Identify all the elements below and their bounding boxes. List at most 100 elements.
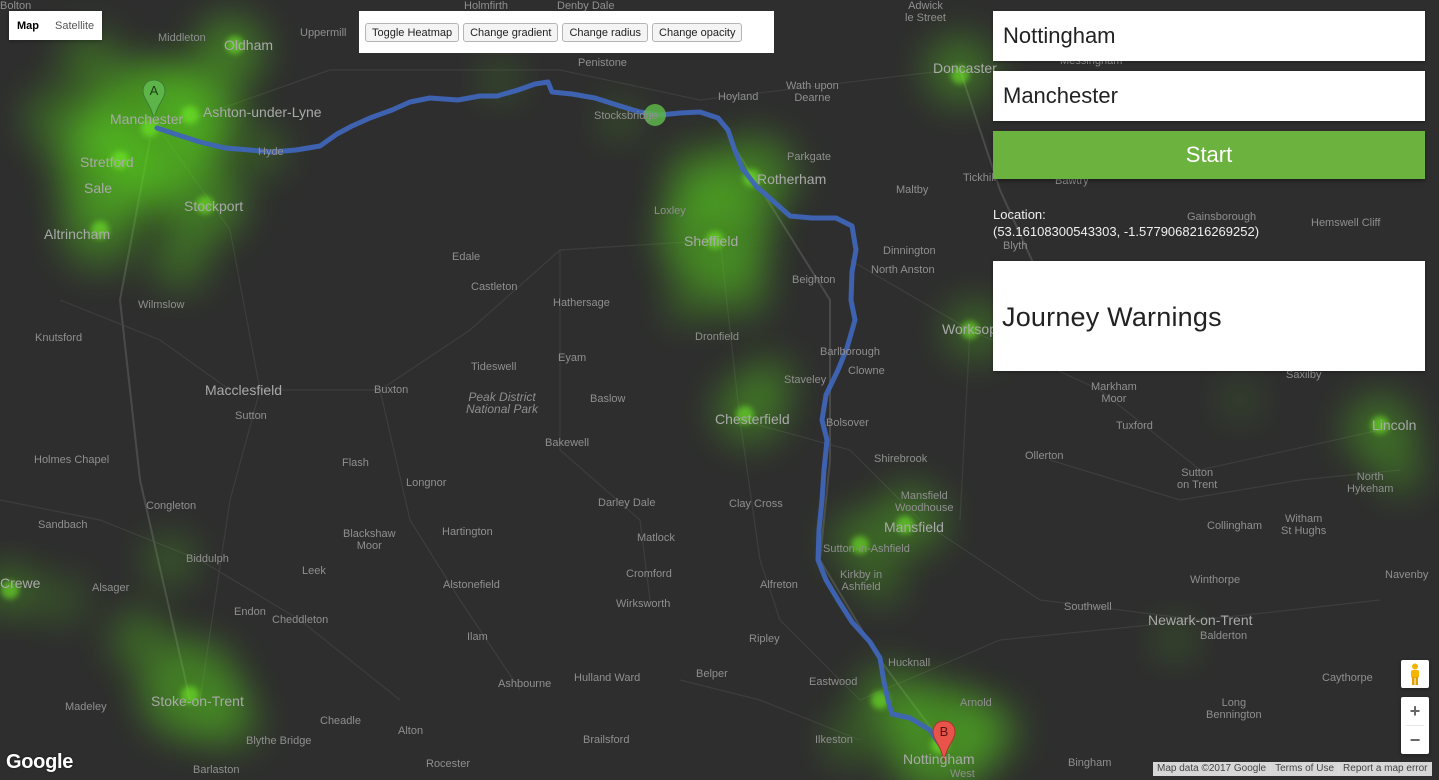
heatmap-blob xyxy=(110,610,170,670)
place-label: Blythe Bridge xyxy=(246,735,312,747)
change-radius-button[interactable]: Change radius xyxy=(562,23,649,42)
place-label: Wirksworth xyxy=(616,598,671,610)
place-label: Doncaster xyxy=(933,60,997,76)
place-label: Cromford xyxy=(626,568,672,580)
plus-icon: + xyxy=(1409,701,1421,721)
place-label: Manchester xyxy=(110,111,184,127)
map-footer: Map data ©2017 Google Terms of Use Repor… xyxy=(1153,762,1432,776)
place-label: Alfreton xyxy=(760,579,798,591)
zoom-out-button[interactable]: − xyxy=(1401,726,1429,754)
map-type-map-button[interactable]: Map xyxy=(9,11,47,40)
change-gradient-button[interactable]: Change gradient xyxy=(463,23,559,42)
place-label: Cheddleton xyxy=(272,614,329,626)
destination-input[interactable] xyxy=(993,71,1425,121)
place-label: Sutton on Trent xyxy=(1177,467,1218,491)
place-label: Alstonefield xyxy=(443,579,500,591)
place-label: Hucknall xyxy=(888,657,931,669)
start-button[interactable]: Start xyxy=(993,131,1425,179)
place-label: Biddulph xyxy=(186,553,229,565)
place-label: Ashton-under-Lyne xyxy=(203,104,322,120)
place-label: Clowne xyxy=(848,365,885,377)
journey-warnings-panel: Journey Warnings xyxy=(993,261,1425,371)
place-label: Sandbach xyxy=(38,519,88,531)
place-label: Beighton xyxy=(792,274,836,286)
zoom-control: + − xyxy=(1401,697,1429,754)
report-map-error-link[interactable]: Report a map error xyxy=(1338,762,1431,776)
place-label: Dinnington xyxy=(883,245,936,257)
place-label: Macclesfield xyxy=(205,382,283,398)
place-label: Baslow xyxy=(590,393,626,405)
place-label: Markham Moor xyxy=(1091,381,1137,405)
place-label: Sheffield xyxy=(684,233,739,249)
place-label: Ripley xyxy=(749,633,780,645)
place-label: Oldham xyxy=(224,37,274,53)
place-label: Castleton xyxy=(471,281,518,293)
place-label: Barlaston xyxy=(193,764,240,776)
journey-warnings-title: Journey Warnings xyxy=(1002,302,1222,332)
place-label: Parkgate xyxy=(787,151,832,163)
place-label: Rotherham xyxy=(757,171,827,187)
place-label: Hulland Ward xyxy=(574,672,641,684)
place-label: Sutton-in-Ashfield xyxy=(823,543,910,555)
place-label: Matlock xyxy=(637,532,675,544)
place-label: Alton xyxy=(398,725,424,737)
minus-icon: − xyxy=(1409,730,1421,750)
zoom-in-button[interactable]: + xyxy=(1401,697,1429,725)
place-label: Bingham xyxy=(1068,757,1112,769)
place-label: Collingham xyxy=(1207,520,1263,532)
place-label: Belper xyxy=(696,668,728,680)
pegman-icon xyxy=(1411,663,1419,685)
place-label: Edale xyxy=(452,251,481,263)
place-label: Peak District National Park xyxy=(466,390,539,416)
place-label: Middleton xyxy=(158,32,206,44)
place-label: Buxton xyxy=(374,384,409,396)
place-label: Stoke-on-Trent xyxy=(151,693,244,709)
terms-of-use-link[interactable]: Terms of Use xyxy=(1270,762,1338,776)
place-label: Holmes Chapel xyxy=(34,454,110,466)
place-label: Hyde xyxy=(258,146,284,158)
heatmap-blob xyxy=(25,85,95,155)
place-label: Gainsborough xyxy=(1187,211,1257,223)
marker-b-label: B xyxy=(940,724,949,739)
map-data-attribution: Map data ©2017 Google xyxy=(1157,763,1267,774)
place-label: Tideswell xyxy=(471,361,517,373)
change-opacity-button[interactable]: Change opacity xyxy=(652,23,743,42)
place-label: Blyth xyxy=(1003,240,1028,252)
place-label: Hartington xyxy=(442,526,493,538)
place-label: Mansfield xyxy=(884,519,944,535)
place-label: Ashbourne xyxy=(498,678,552,690)
heatmap-blob xyxy=(1220,380,1260,420)
place-label: Stocksbridge xyxy=(594,110,658,122)
place-label: Altrincham xyxy=(44,226,111,242)
place-label: Kirkby in Ashfield xyxy=(840,569,883,593)
place-label: Chesterfield xyxy=(715,411,790,427)
place-label: Witham St Hughs xyxy=(1281,513,1327,537)
place-label: Hathersage xyxy=(553,297,610,309)
street-view-pegman[interactable] xyxy=(1401,660,1429,688)
place-label: Navenby xyxy=(1385,569,1429,581)
place-label: Crewe xyxy=(0,575,41,591)
place-label: Uppermill xyxy=(300,27,347,39)
place-label: Newark-on-Trent xyxy=(1148,612,1253,628)
place-label: Hemswell Cliff xyxy=(1311,217,1381,229)
place-label: Dronfield xyxy=(695,331,740,343)
place-label: Mansfield Woodhouse xyxy=(895,490,954,514)
place-label: Hoyland xyxy=(718,91,759,103)
place-label: Longnor xyxy=(406,477,447,489)
place-label: Loxley xyxy=(654,205,686,217)
location-label: Location: xyxy=(993,207,1046,222)
place-label: Balderton xyxy=(1200,630,1248,642)
heatmap-hotspot xyxy=(181,106,199,124)
place-label: Maltby xyxy=(896,184,929,196)
location-coordinates: (53.16108300543303, -1.5779068216269252) xyxy=(993,224,1260,239)
origin-input[interactable] xyxy=(993,11,1425,61)
place-label: Brailsford xyxy=(583,734,630,746)
place-label: Clay Cross xyxy=(729,498,783,510)
map-type-satellite-button[interactable]: Satellite xyxy=(47,11,103,40)
place-label: Eyam xyxy=(558,352,587,364)
place-label: Endon xyxy=(234,606,266,618)
map-type-control: Map Satellite xyxy=(9,11,103,40)
place-label: Wath upon Dearne xyxy=(786,80,839,104)
place-label: Penistone xyxy=(578,57,627,69)
toggle-heatmap-button[interactable]: Toggle Heatmap xyxy=(365,23,460,42)
